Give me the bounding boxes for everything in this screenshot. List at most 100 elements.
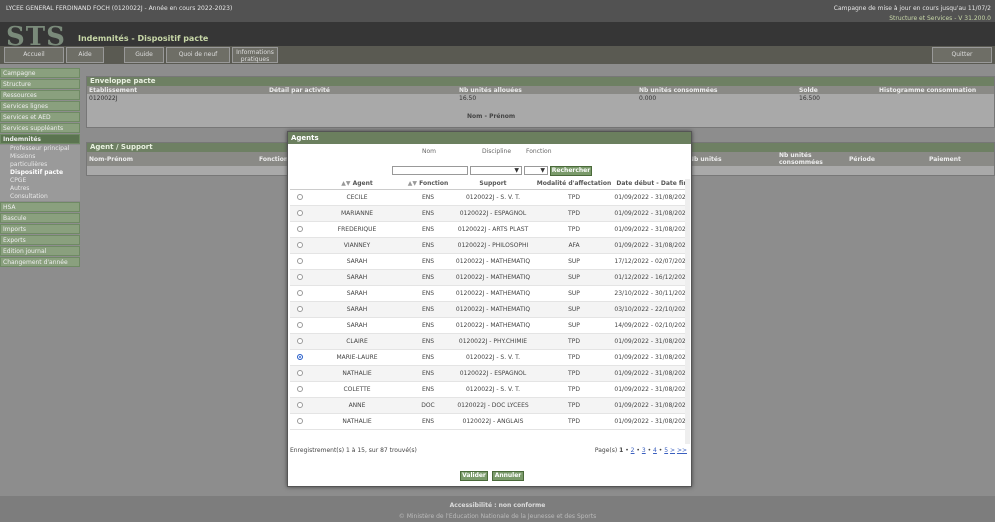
quit-button[interactable]: Quitter: [932, 47, 992, 63]
row-radio[interactable]: [297, 274, 303, 280]
sidebar-item-edition-journal[interactable]: Edition journal: [0, 246, 80, 256]
nav-bar: Accueil Aide Guide Quoi de neuf Informat…: [0, 46, 995, 64]
table-scrollbar[interactable]: [685, 179, 690, 444]
sidebar-sub-dispositif-pacte[interactable]: Dispositif pacte: [0, 169, 80, 177]
row-radio[interactable]: [297, 402, 303, 408]
row-select-cell: [290, 237, 310, 254]
sidebar-item-bascule[interactable]: Bascule: [0, 213, 80, 223]
agent-function: ENS: [404, 237, 452, 254]
row-radio[interactable]: [297, 386, 303, 392]
table-row[interactable]: MARIANNE ENS 0120022J - ESPAGNOL TPD 01/09/2…: [290, 205, 690, 222]
home-button[interactable]: Accueil: [4, 47, 64, 63]
row-radio[interactable]: [297, 322, 303, 328]
table-row[interactable]: CLAIRE ENS 0120022J - PHY.CHIMIE TPD 01/09/2…: [290, 333, 690, 350]
news-button[interactable]: Quoi de neuf: [166, 47, 230, 63]
row-radio[interactable]: [297, 338, 303, 344]
agent-name: ANNE: [310, 397, 404, 414]
help-button[interactable]: Aide: [66, 47, 104, 63]
row-radio[interactable]: [297, 418, 303, 424]
page-link[interactable]: 5: [664, 447, 668, 454]
last-page-icon[interactable]: >>: [677, 447, 687, 454]
row-radio[interactable]: [297, 194, 303, 200]
sidebar-item-imports[interactable]: Imports: [0, 224, 80, 234]
page-link[interactable]: 3: [642, 447, 646, 454]
sidebar-item-structure[interactable]: Structure: [0, 79, 80, 89]
agent-support-header[interactable]: Nom-Prénom: [87, 152, 257, 166]
col-function[interactable]: ▲▼ Fonction: [404, 179, 452, 190]
envelope-cell: 16.500: [799, 94, 820, 102]
table-row[interactable]: NATHALIE ENS 0120022J - ESPAGNOL TPD 01/09/2…: [290, 365, 690, 382]
pagination-bar: Enregistrement(s) 1 à 15, sur 87 trouvé(…: [290, 447, 690, 454]
sidebar-item-services-aed[interactable]: Services et AED: [0, 112, 80, 122]
filter-discipline-label: Discipline: [482, 148, 512, 155]
campaign-info: Campagne de mise à jour en cours jusqu'a…: [834, 5, 991, 22]
sidebar-item-exports[interactable]: Exports: [0, 235, 80, 245]
row-radio[interactable]: [297, 210, 303, 216]
table-row[interactable]: ANNE DOC 0120022J - DOC LYCEES TPD 01/09/202…: [290, 397, 690, 414]
chevron-down-icon: ▼: [514, 167, 519, 174]
sidebar-sub-missions[interactable]: Missions: [0, 153, 80, 161]
table-row[interactable]: SARAH ENS 0120022J - MATHEMATIQ SUP 23/10/20…: [290, 285, 690, 302]
sidebar-item-ressources[interactable]: Ressources: [0, 90, 80, 100]
page-link[interactable]: 2: [631, 447, 635, 454]
sidebar-item-indemnites[interactable]: Indemnités: [0, 134, 80, 144]
row-radio[interactable]: [297, 226, 303, 232]
accessibility-text[interactable]: Accessibilité : non conforme: [0, 502, 995, 509]
table-row[interactable]: FREDERIQUE ENS 0120022J - ARTS PLAST TPD 01/…: [290, 221, 690, 238]
filter-function-select[interactable]: ▼: [524, 166, 548, 175]
campaign-text: Campagne de mise à jour en cours jusqu'a…: [833, 5, 991, 12]
sidebar-item-services-suppleants[interactable]: Services suppléants: [0, 123, 80, 133]
table-row[interactable]: COLETTE ENS 0120022J - S. V. T. TPD 01/09/20…: [290, 381, 690, 398]
agent-dates: 01/09/2022 - 31/08/2023: [614, 381, 690, 398]
sidebar-item-services-lignes[interactable]: Services lignes: [0, 101, 80, 111]
sidebar-sub-prof-principal[interactable]: Professeur principal: [0, 145, 80, 153]
agent-support: 0120022J - S. V. T.: [452, 189, 534, 206]
table-row[interactable]: SARAH ENS 0120022J - MATHEMATIQ SUP 17/12/20…: [290, 253, 690, 270]
table-row[interactable]: SARAH ENS 0120022J - MATHEMATIQ SUP 14/09/20…: [290, 317, 690, 334]
sidebar-sub-particulieres[interactable]: particulières: [0, 161, 80, 169]
search-button[interactable]: Rechercher: [550, 166, 592, 176]
table-row[interactable]: CECILE ENS 0120022J - S. V. T. TPD 01/09/202…: [290, 189, 690, 206]
sidebar-item-changement-annee[interactable]: Changement d'année: [0, 257, 80, 267]
table-row[interactable]: SARAH ENS 0120022J - MATHEMATIQ SUP 01/12/20…: [290, 269, 690, 286]
sidebar-sub-cpge[interactable]: CPGE: [0, 177, 80, 185]
filter-name-input[interactable]: [392, 166, 468, 175]
row-radio[interactable]: [297, 370, 303, 376]
next-page-icon[interactable]: >: [670, 447, 675, 454]
table-row[interactable]: VIANNEY ENS 0120022J - PHILOSOPHI AFA 01/09/…: [290, 237, 690, 254]
sidebar-sub-autres[interactable]: Autres: [0, 185, 80, 193]
table-row[interactable]: SARAH ENS 0120022J - MATHEMATIQ SUP 03/10/20…: [290, 301, 690, 318]
agent-dates: 01/09/2022 - 31/08/2023: [614, 349, 690, 366]
table-row[interactable]: MARIE-LAURE ENS 0120022J - S. V. T. TPD 01/0…: [290, 349, 690, 366]
cancel-button[interactable]: Annuler: [492, 471, 524, 481]
validate-button[interactable]: Valider: [460, 471, 488, 481]
row-radio[interactable]: [297, 258, 303, 264]
agent-function: ENS: [404, 301, 452, 318]
envelope-header: Etablissement: [87, 86, 267, 94]
row-select-cell: [290, 301, 310, 318]
row-radio[interactable]: [297, 242, 303, 248]
row-radio[interactable]: [297, 354, 303, 360]
agent-dates: 14/09/2022 - 02/10/2022: [614, 317, 690, 334]
sort-icon[interactable]: ▲▼: [341, 180, 350, 187]
filter-discipline-select[interactable]: ▼: [470, 166, 522, 175]
page-current: 1: [619, 447, 624, 454]
school-title: LYCEE GENERAL FERDINAND FOCH (0120022J -…: [6, 5, 233, 12]
row-radio[interactable]: [297, 306, 303, 312]
row-radio[interactable]: [297, 290, 303, 296]
row-select-cell: [290, 365, 310, 382]
footer: Accessibilité : non conforme © Ministère…: [0, 496, 995, 522]
col-agent[interactable]: ▲▼ Agent: [310, 179, 404, 190]
info-button[interactable]: Informations pratiques: [232, 47, 278, 63]
page-link[interactable]: 4: [653, 447, 657, 454]
table-row[interactable]: NATHALIE ENS 0120022J - ANGLAIS TPD 01/09/20…: [290, 413, 690, 430]
agent-mode: SUP: [534, 253, 614, 270]
sidebar-item-campagne[interactable]: Campagne: [0, 68, 80, 78]
envelope-table: Etablissement Détail par activité Nb uni…: [87, 86, 994, 102]
agent-mode: TPD: [534, 221, 614, 238]
sidebar-item-hsa[interactable]: HSA: [0, 202, 80, 212]
guide-button[interactable]: Guide: [124, 47, 164, 63]
sidebar-sub-consultation[interactable]: Consultation: [0, 193, 80, 201]
envelope-header: Nb unités consommées: [637, 86, 797, 94]
sort-icon[interactable]: ▲▼: [408, 180, 417, 187]
